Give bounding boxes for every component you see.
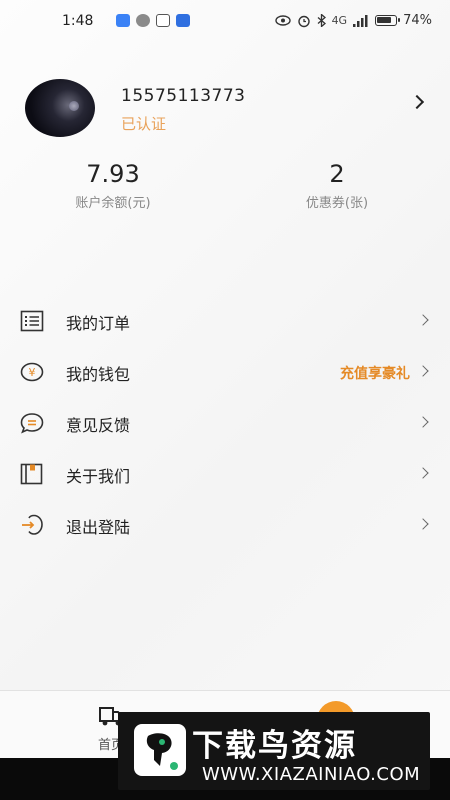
shield-app-icon	[176, 14, 190, 27]
menu-label-feedback: 意见反馈	[66, 416, 131, 435]
status-bar: 1:48 4G 74%	[0, 0, 450, 44]
menu-item-feedback[interactable]: 意见反馈	[0, 403, 450, 443]
menu-item-about[interactable]: 关于我们	[0, 454, 450, 494]
watermark-banner: 下载鸟资源 WWW.XIAZAINIAO.COM	[118, 712, 430, 790]
signal-icon	[353, 14, 368, 27]
eye-icon	[274, 15, 291, 26]
order-list-icon	[20, 310, 44, 332]
wallet-promo-text[interactable]: 充值享豪礼	[340, 363, 410, 383]
alarm-icon	[297, 15, 310, 27]
menu-item-logout[interactable]: 退出登陆	[0, 505, 450, 545]
chevron-right-icon	[417, 518, 429, 530]
chevron-right-icon	[417, 314, 429, 326]
about-book-icon	[20, 463, 43, 485]
notification-icons	[116, 14, 190, 27]
balance-stat[interactable]: 7.93 账户余额(元)	[38, 160, 188, 211]
profile-screen: 1:48 4G 74% 15575113773 已认证 7.93 账户余额(元)…	[0, 0, 450, 759]
profile-chevron-icon[interactable]	[409, 94, 425, 110]
chevron-right-icon	[417, 416, 429, 428]
network-type: 4G	[331, 14, 348, 27]
coupon-stat[interactable]: 2 优惠券(张)	[262, 160, 412, 211]
feedback-icon	[20, 413, 44, 434]
menu-item-wallet[interactable]: ¥ 我的钱包 充值享豪礼	[0, 352, 450, 392]
wechat-icon	[136, 14, 150, 27]
menu-item-orders[interactable]: 我的订单	[0, 301, 450, 341]
menu-label-about: 关于我们	[66, 467, 131, 486]
balance-label: 账户余额(元)	[75, 196, 151, 211]
menu-label-wallet: 我的钱包	[66, 365, 131, 384]
battery-icon	[375, 15, 401, 26]
logout-icon	[22, 514, 43, 535]
bird-logo-icon	[134, 724, 186, 776]
watermark-title: 下载鸟资源	[192, 728, 357, 764]
status-right: 4G 74%	[274, 13, 432, 28]
balance-value: 7.93	[86, 160, 140, 188]
verified-badge: 已认证	[121, 115, 167, 133]
cloud-icon	[116, 14, 130, 27]
wallet-yuan-icon: ¥	[20, 362, 44, 382]
chevron-right-icon	[417, 365, 429, 377]
coupon-label: 优惠券(张)	[305, 196, 369, 211]
menu-label-orders: 我的订单	[66, 314, 131, 333]
battery-percent: 74%	[403, 13, 432, 28]
menu-label-logout: 退出登陆	[66, 518, 131, 537]
chevron-right-icon	[417, 467, 429, 479]
watermark-url: WWW.XIAZAINIAO.COM	[202, 764, 421, 785]
bluetooth-icon	[317, 14, 326, 27]
svg-text:¥: ¥	[29, 366, 36, 379]
translate-icon	[156, 14, 170, 27]
user-phone: 15575113773	[121, 86, 246, 106]
coupon-value: 2	[329, 160, 345, 188]
avatar[interactable]	[25, 79, 95, 137]
status-time: 1:48	[62, 13, 94, 29]
